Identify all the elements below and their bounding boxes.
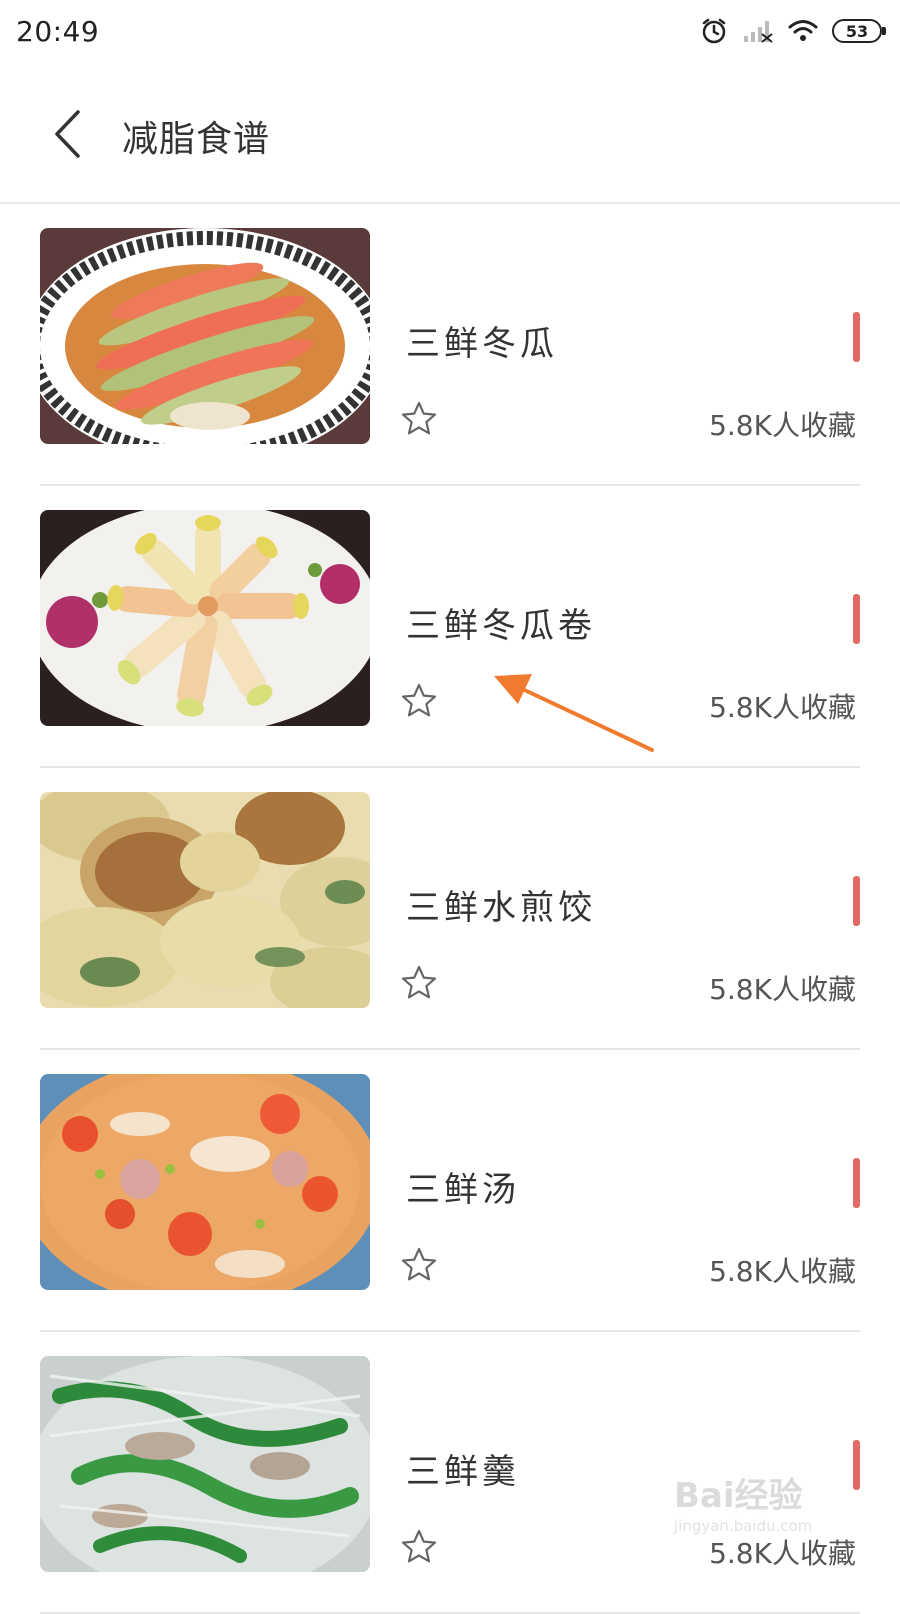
annotation-arrow [494,674,654,752]
collect-count: 5.8K人收藏 [709,1255,856,1288]
star-icon[interactable] [400,1528,438,1566]
recipe-list-item[interactable]: 三鲜汤 5.8K人收藏 [40,1050,860,1332]
signal-icon [744,21,773,43]
star-icon[interactable] [400,964,438,1002]
collect-count: 5.8K人收藏 [709,409,856,442]
star-icon[interactable] [400,1246,438,1284]
recipe-image[interactable] [40,228,370,444]
watermark-brand: Bai经验 [674,1476,803,1516]
status-icons: 53 [700,17,886,45]
chevron-left-icon [55,110,80,158]
recipe-list-item[interactable]: 三鲜冬瓜 5.8K人收藏 [40,204,860,486]
recipe-image[interactable] [40,510,370,726]
battery-icon: 53 [832,19,886,43]
recipe-image[interactable] [40,1074,370,1290]
back-button[interactable] [42,104,92,164]
recipe-image[interactable] [40,1356,370,1572]
page-title: 减脂食谱 [122,119,271,160]
watermark-url: jingyan.baidu.com [674,1517,813,1535]
accent-marker [853,876,860,926]
collect-count: 5.8K人收藏 [709,691,856,724]
recipe-list-item[interactable]: 三鲜水煎饺 5.8K人收藏 [40,768,860,1050]
recipe-name: 三鲜汤 [406,1170,520,1210]
wifi-icon [788,20,818,41]
recipe-name: 三鲜冬瓜 [406,324,558,364]
recipe-list-item[interactable]: 三鲜冬瓜卷 5.8K人收藏 [40,486,860,768]
recipe-name: 三鲜羹 [406,1452,520,1492]
accent-marker [853,1158,860,1208]
battery-level: 53 [845,21,869,41]
accent-marker [853,312,860,362]
alarm-icon [702,18,726,44]
star-icon[interactable] [400,400,438,438]
watermark: Bai经验 jingyan.baidu.com [674,1468,874,1558]
collect-count: 5.8K人收藏 [709,973,856,1006]
recipe-list: 三鲜冬瓜 5.8K人收藏 三鲜冬瓜卷 5.8K人收藏 三鲜水煎饺 5.8K人收藏… [0,204,900,1614]
recipe-image[interactable] [40,792,370,1008]
accent-marker [853,594,860,644]
status-time: 20:49 [16,14,100,48]
status-bar: 20:49 53 [0,0,900,62]
recipe-name: 三鲜水煎饺 [406,888,596,928]
star-icon[interactable] [400,682,438,720]
header-bar: 减脂食谱 [0,62,900,204]
recipe-name: 三鲜冬瓜卷 [406,606,596,646]
